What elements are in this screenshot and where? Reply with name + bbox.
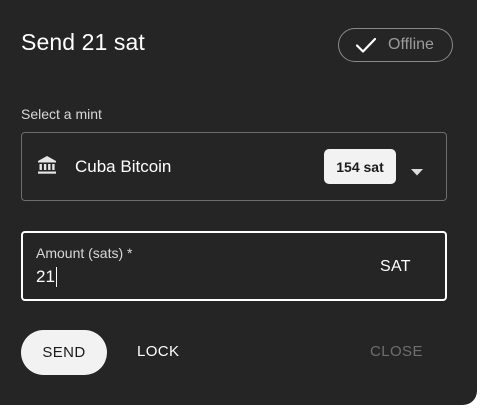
mint-balance-badge: 154 sat [324,149,396,184]
amount-value-text: 21 [36,267,55,286]
send-button[interactable]: SEND [21,330,107,375]
send-dialog: Send 21 sat Offline Select a mint Cuba B… [0,0,477,405]
mint-select-label: Select a mint [21,106,102,122]
amount-input[interactable]: Amount (sats) * 21 SAT [21,231,447,301]
mint-name: Cuba Bitcoin [75,157,172,176]
offline-chip-label: Offline [388,36,434,53]
mint-select[interactable]: Cuba Bitcoin 154 sat [21,132,447,201]
unit-toggle[interactable]: SAT [380,258,411,276]
offline-toggle-chip[interactable]: Offline [338,28,453,62]
amount-value[interactable]: 21 [36,267,58,287]
lock-button[interactable]: LOCK [137,343,179,360]
dropdown-arrow-icon [411,163,423,181]
check-icon [355,37,377,54]
dialog-title: Send 21 sat [21,29,145,55]
bank-icon [37,155,57,180]
amount-field-label: Amount (sats) * [36,245,133,261]
close-button[interactable]: CLOSE [370,343,423,360]
text-caret [55,267,58,287]
